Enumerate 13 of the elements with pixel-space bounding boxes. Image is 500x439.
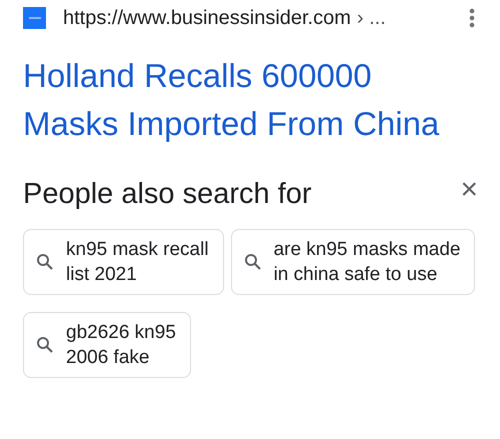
more-options-icon[interactable]	[469, 8, 475, 28]
search-icon	[244, 253, 262, 271]
section-heading: People also search for	[23, 178, 312, 211]
url-breadcrumb: › ...	[356, 6, 386, 30]
close-button[interactable]: ×	[460, 178, 478, 202]
result-url: https://www.businessinsider.com	[63, 6, 351, 30]
search-suggestion-chip[interactable]: kn95 mask recall list 2021	[23, 229, 224, 295]
search-suggestion-chip[interactable]: gb2626 kn95 2006 fake	[23, 312, 191, 378]
search-icon	[36, 336, 54, 354]
result-title-link[interactable]: Holland Recalls 600000 Masks Imported From China	[23, 52, 443, 148]
search-suggestion-chip[interactable]: are kn95 masks made in china safe to use	[230, 229, 476, 295]
site-favicon-icon	[23, 7, 46, 29]
search-icon	[36, 253, 54, 271]
